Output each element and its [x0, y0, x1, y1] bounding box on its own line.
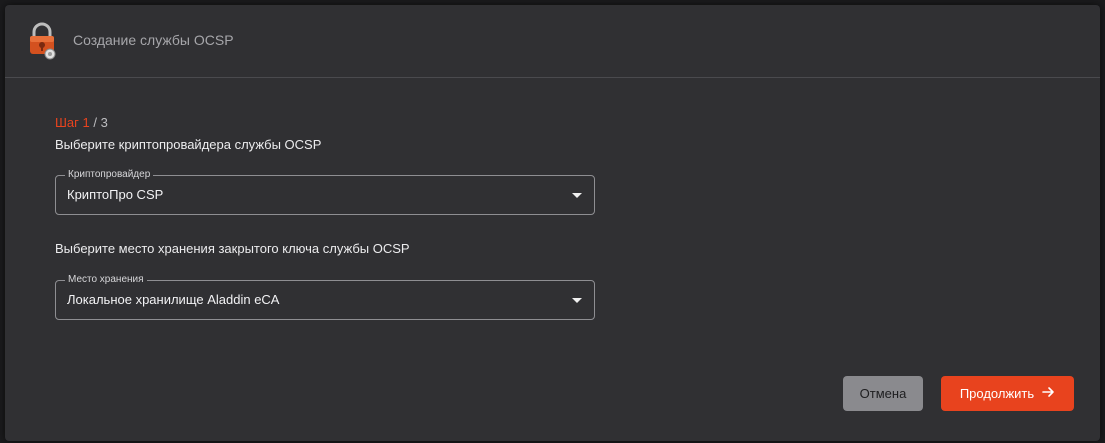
step-indicator: Шаг 1 / 3 [55, 115, 595, 131]
cancel-button[interactable]: Отмена [843, 376, 923, 411]
ocsp-create-dialog: Создание службы OCSP Шаг 1 / 3 Выберите … [5, 5, 1100, 441]
step-total: 3 [100, 115, 108, 130]
continue-button[interactable]: Продолжить [941, 376, 1074, 411]
crypto-provider-label: Криптопровайдер [65, 169, 154, 181]
key-storage-heading: Выберите место хранения закрытого ключа … [55, 241, 410, 256]
chevron-down-icon[interactable] [572, 193, 582, 198]
dialog-title: Создание службы OCSP [73, 32, 234, 48]
lock-shield-logo-icon [24, 22, 60, 60]
key-storage-select[interactable]: Место хранения Локальное хранилище Aladd… [55, 274, 595, 320]
step-prefix: Шаг [55, 115, 79, 130]
dialog-header: Создание службы OCSP [5, 5, 1100, 78]
cancel-button-label: Отмена [859, 386, 907, 401]
key-storage-value: Локальное хранилище Aladdin eCA [67, 292, 280, 307]
step-content: Шаг 1 / 3 Выберите криптопровайдера служ… [55, 115, 595, 320]
continue-button-label: Продолжить [959, 386, 1035, 401]
crypto-provider-select[interactable]: Криптопровайдер КриптоПро CSP [55, 169, 595, 215]
arrow-right-icon [1042, 386, 1055, 401]
key-storage-label: Место хранения [65, 274, 147, 286]
chevron-down-icon[interactable] [572, 298, 582, 303]
crypto-provider-heading: Выберите криптопровайдера службы OCSP [55, 137, 322, 152]
crypto-provider-value: КриптоПро CSP [67, 187, 164, 202]
step-current: 1 [82, 115, 90, 130]
step-separator: / [93, 115, 97, 130]
